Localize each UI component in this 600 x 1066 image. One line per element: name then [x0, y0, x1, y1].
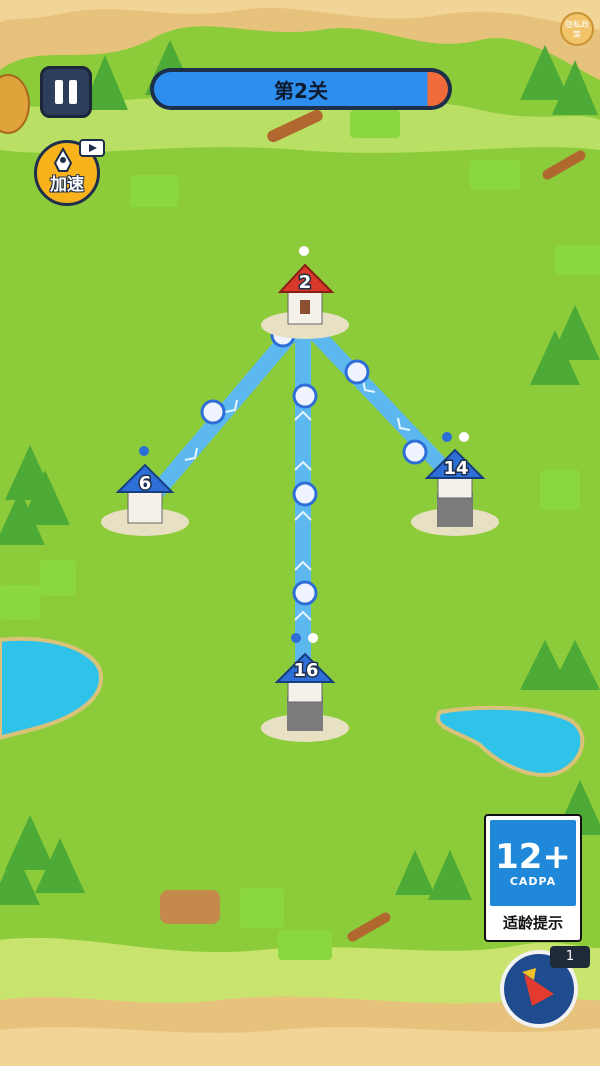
tower-count: 16: [293, 660, 318, 681]
speed-up-label: 加速: [50, 175, 84, 195]
level-title: 第2关: [274, 78, 328, 103]
pond-left: [0, 636, 104, 741]
age-rating-badge: 12+ CADPA 适龄提示: [484, 814, 582, 942]
tower-count: 2: [299, 272, 312, 293]
age-rating-value: 12+: [495, 836, 571, 877]
age-rating-panel: 12+ CADPA: [490, 820, 576, 906]
video-ad-icon: [79, 139, 105, 157]
tower-count: 14: [443, 458, 468, 479]
age-rating-tip: 适龄提示: [502, 914, 563, 932]
age-rating-org: CADPA: [509, 874, 557, 888]
soldier: [344, 359, 370, 385]
pause-icon-bar: [69, 80, 77, 104]
speed-up-button[interactable]: 加速: [34, 139, 105, 206]
soldier: [292, 580, 318, 606]
level-progress-fill: 第2关: [154, 72, 448, 106]
level-progress-bar: 第2关: [150, 68, 452, 110]
soldier: [402, 439, 428, 465]
skill-count-badge: 1: [550, 946, 590, 968]
privacy-policy-button[interactable]: 隐私政策: [560, 12, 594, 46]
tower-count: 6: [139, 473, 152, 494]
pause-icon-bar: [55, 80, 63, 104]
soldier: [292, 481, 318, 507]
tower-enemy-top[interactable]: 2: [261, 246, 349, 339]
soldier: [200, 399, 226, 425]
pond-right: [436, 705, 585, 777]
pause-button[interactable]: [40, 66, 92, 118]
soldiers: [200, 322, 428, 606]
soldier: [292, 383, 318, 409]
